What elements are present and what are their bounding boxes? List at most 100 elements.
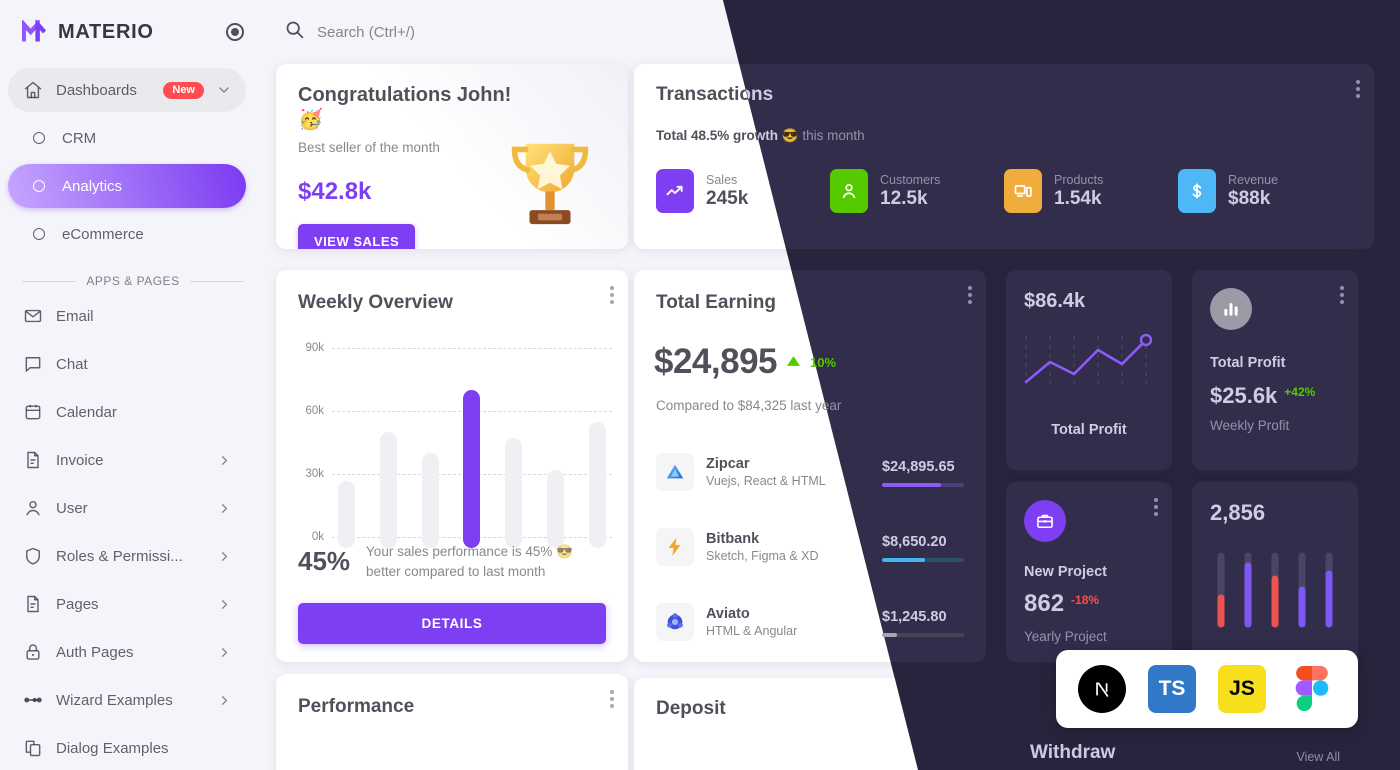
chevron-right-icon[interactable] xyxy=(217,453,232,468)
bar-chart-icon xyxy=(1210,288,1252,330)
sidebar-item-dialog-examples[interactable]: Dialog Examples xyxy=(8,726,246,770)
chevron-down-icon[interactable] xyxy=(216,82,232,98)
search-input[interactable]: Search (Ctrl+/) xyxy=(317,24,415,41)
apps-grid-icon[interactable] xyxy=(1258,20,1282,44)
earning-name: Zipcar xyxy=(706,456,750,472)
bar-2[interactable] xyxy=(421,453,439,548)
bar-1[interactable] xyxy=(379,432,397,548)
card-title: Total Earning xyxy=(656,292,776,313)
sidebar-item-dashboards[interactable]: Dashboards New xyxy=(8,68,246,112)
earning-tech: Sketch, Figma & XD xyxy=(706,549,819,563)
withdraw-view-all-link[interactable]: View All xyxy=(1296,750,1340,764)
sidebar-item-label: User xyxy=(56,499,88,517)
details-button[interactable]: DETAILS xyxy=(298,603,606,644)
aviato-logo xyxy=(656,603,694,641)
sidebar-item-label: Pages xyxy=(56,595,99,613)
chevron-right-icon[interactable] xyxy=(217,645,232,660)
chevron-right-icon[interactable] xyxy=(217,693,232,708)
sidebar-item-label: Wizard Examples xyxy=(56,691,173,709)
kebab-menu-icon[interactable] xyxy=(1356,80,1360,98)
earning-amount-value: $8,650.20 xyxy=(882,533,947,550)
sidebar-item-pages[interactable]: Pages xyxy=(8,582,246,626)
bar-0[interactable] xyxy=(338,481,355,548)
figma-logo[interactable] xyxy=(1288,665,1336,713)
stat-label: Customers xyxy=(880,172,941,187)
sidebar-nav: Dashboards New CRM Analytics eCommerce A… xyxy=(0,68,260,770)
lock-icon xyxy=(22,641,44,663)
chevron-right-icon[interactable] xyxy=(217,597,232,612)
bar-3[interactable] xyxy=(463,390,481,548)
sidebar-item-chat[interactable]: Chat xyxy=(8,342,246,386)
sidebar-item-label: Roles & Permissi... xyxy=(56,547,183,565)
sun-theme-icon[interactable] xyxy=(1220,20,1244,44)
section-label-text: APPS & PAGES xyxy=(86,274,180,288)
dollar-icon xyxy=(1178,169,1216,213)
new-project-value: 862 xyxy=(1024,590,1065,617)
typescript-logo[interactable]: TS xyxy=(1148,665,1196,713)
stat-value: $88k xyxy=(1228,187,1271,209)
sidebar-item-calendar[interactable]: Calendar xyxy=(8,390,246,434)
sidebar-item-auth-pages[interactable]: Auth Pages xyxy=(8,630,246,674)
kebab-menu-icon[interactable] xyxy=(968,286,972,304)
sidebar-item-analytics[interactable]: Analytics xyxy=(8,164,246,208)
app-root: MATERIO Dashboards New CRM Analytics eCo… xyxy=(0,0,1400,770)
copy-icon xyxy=(22,737,44,759)
chevron-right-icon[interactable] xyxy=(217,549,232,564)
chat-bubble-icon xyxy=(22,353,44,375)
nextjs-logo[interactable] xyxy=(1078,665,1126,713)
sidebar-item-crm[interactable]: CRM xyxy=(8,116,246,160)
translate-icon[interactable] xyxy=(1182,20,1206,44)
brand[interactable]: MATERIO xyxy=(0,0,260,64)
user-avatar[interactable] xyxy=(1340,13,1379,51)
tech-stack-dock: TS JS xyxy=(1056,650,1358,728)
page-title: Congratulations John! 🥳 xyxy=(298,84,512,131)
stat-label: Sales xyxy=(706,172,738,187)
search-bar[interactable]: Search (Ctrl+/) xyxy=(284,19,1182,45)
kebab-menu-icon[interactable] xyxy=(610,690,614,708)
total-profit-caption: Total Profit xyxy=(1051,422,1127,438)
bar-5[interactable] xyxy=(547,470,565,548)
new-project-caption: Yearly Project xyxy=(1024,629,1107,644)
earning-amount: $24,895 xyxy=(654,342,778,381)
performance-note: Your sales performance is 45% 😎 better c… xyxy=(366,544,573,579)
bell-notification-icon[interactable] xyxy=(1296,20,1321,44)
collapse-radio-icon[interactable] xyxy=(226,23,244,41)
stat-value: 12.5k xyxy=(880,187,928,209)
sidebar: MATERIO Dashboards New CRM Analytics eCo… xyxy=(0,0,260,770)
kebab-menu-icon[interactable] xyxy=(1154,498,1158,516)
sidebar-item-ecommerce[interactable]: eCommerce xyxy=(8,212,246,256)
sidebar-item-label: Calendar xyxy=(56,403,117,421)
y-tick-label: 60k xyxy=(305,405,324,417)
document-icon xyxy=(22,593,44,615)
congratulations-card: Congratulations John! 🥳 Best seller of t… xyxy=(276,64,628,249)
bar-4[interactable] xyxy=(505,438,523,548)
sidebar-item-label: Invoice xyxy=(56,451,104,469)
envelope-icon xyxy=(22,305,44,327)
congrats-subtitle: Best seller of the month xyxy=(298,140,440,155)
earning-compare: Compared to $84,325 last year xyxy=(656,398,842,413)
sidebar-item-user[interactable]: User xyxy=(8,486,246,530)
kebab-menu-icon[interactable] xyxy=(1340,286,1344,304)
javascript-logo[interactable]: JS xyxy=(1218,665,1266,713)
kebab-menu-icon[interactable] xyxy=(610,286,614,304)
chevron-right-icon[interactable] xyxy=(217,501,232,516)
transactions-period: this month xyxy=(798,128,865,143)
sidebar-section-label: APPS & PAGES xyxy=(22,274,244,288)
weekly-profit-caption: Weekly Profit xyxy=(1210,418,1290,433)
circle-outline-icon xyxy=(28,223,50,245)
sidebar-item-email[interactable]: Email xyxy=(8,294,246,338)
weekly-overview-card: Weekly Overview 90k 60k 30k 0k 45% Your … xyxy=(276,270,628,662)
view-sales-button[interactable]: VIEW SALES xyxy=(298,224,416,249)
sidebar-item-label: Dashboards xyxy=(56,81,137,99)
congrats-amount: $42.8k xyxy=(298,178,372,205)
earning-tech: Vuejs, React & HTML xyxy=(706,474,826,488)
bar-6[interactable] xyxy=(588,422,606,548)
sidebar-item-label: Chat xyxy=(56,355,88,373)
sidebar-item-wizard-examples[interactable]: Wizard Examples xyxy=(8,678,246,722)
sidebar-item-roles-permissions[interactable]: Roles & Permissi... xyxy=(8,534,246,578)
y-tick-label: 90k xyxy=(305,342,324,354)
sidebar-item-invoice[interactable]: Invoice xyxy=(8,438,246,482)
sessions-value: 2,856 xyxy=(1210,500,1266,525)
weekly-profit-title: Total Profit xyxy=(1210,355,1286,371)
circle-outline-icon xyxy=(28,175,50,197)
